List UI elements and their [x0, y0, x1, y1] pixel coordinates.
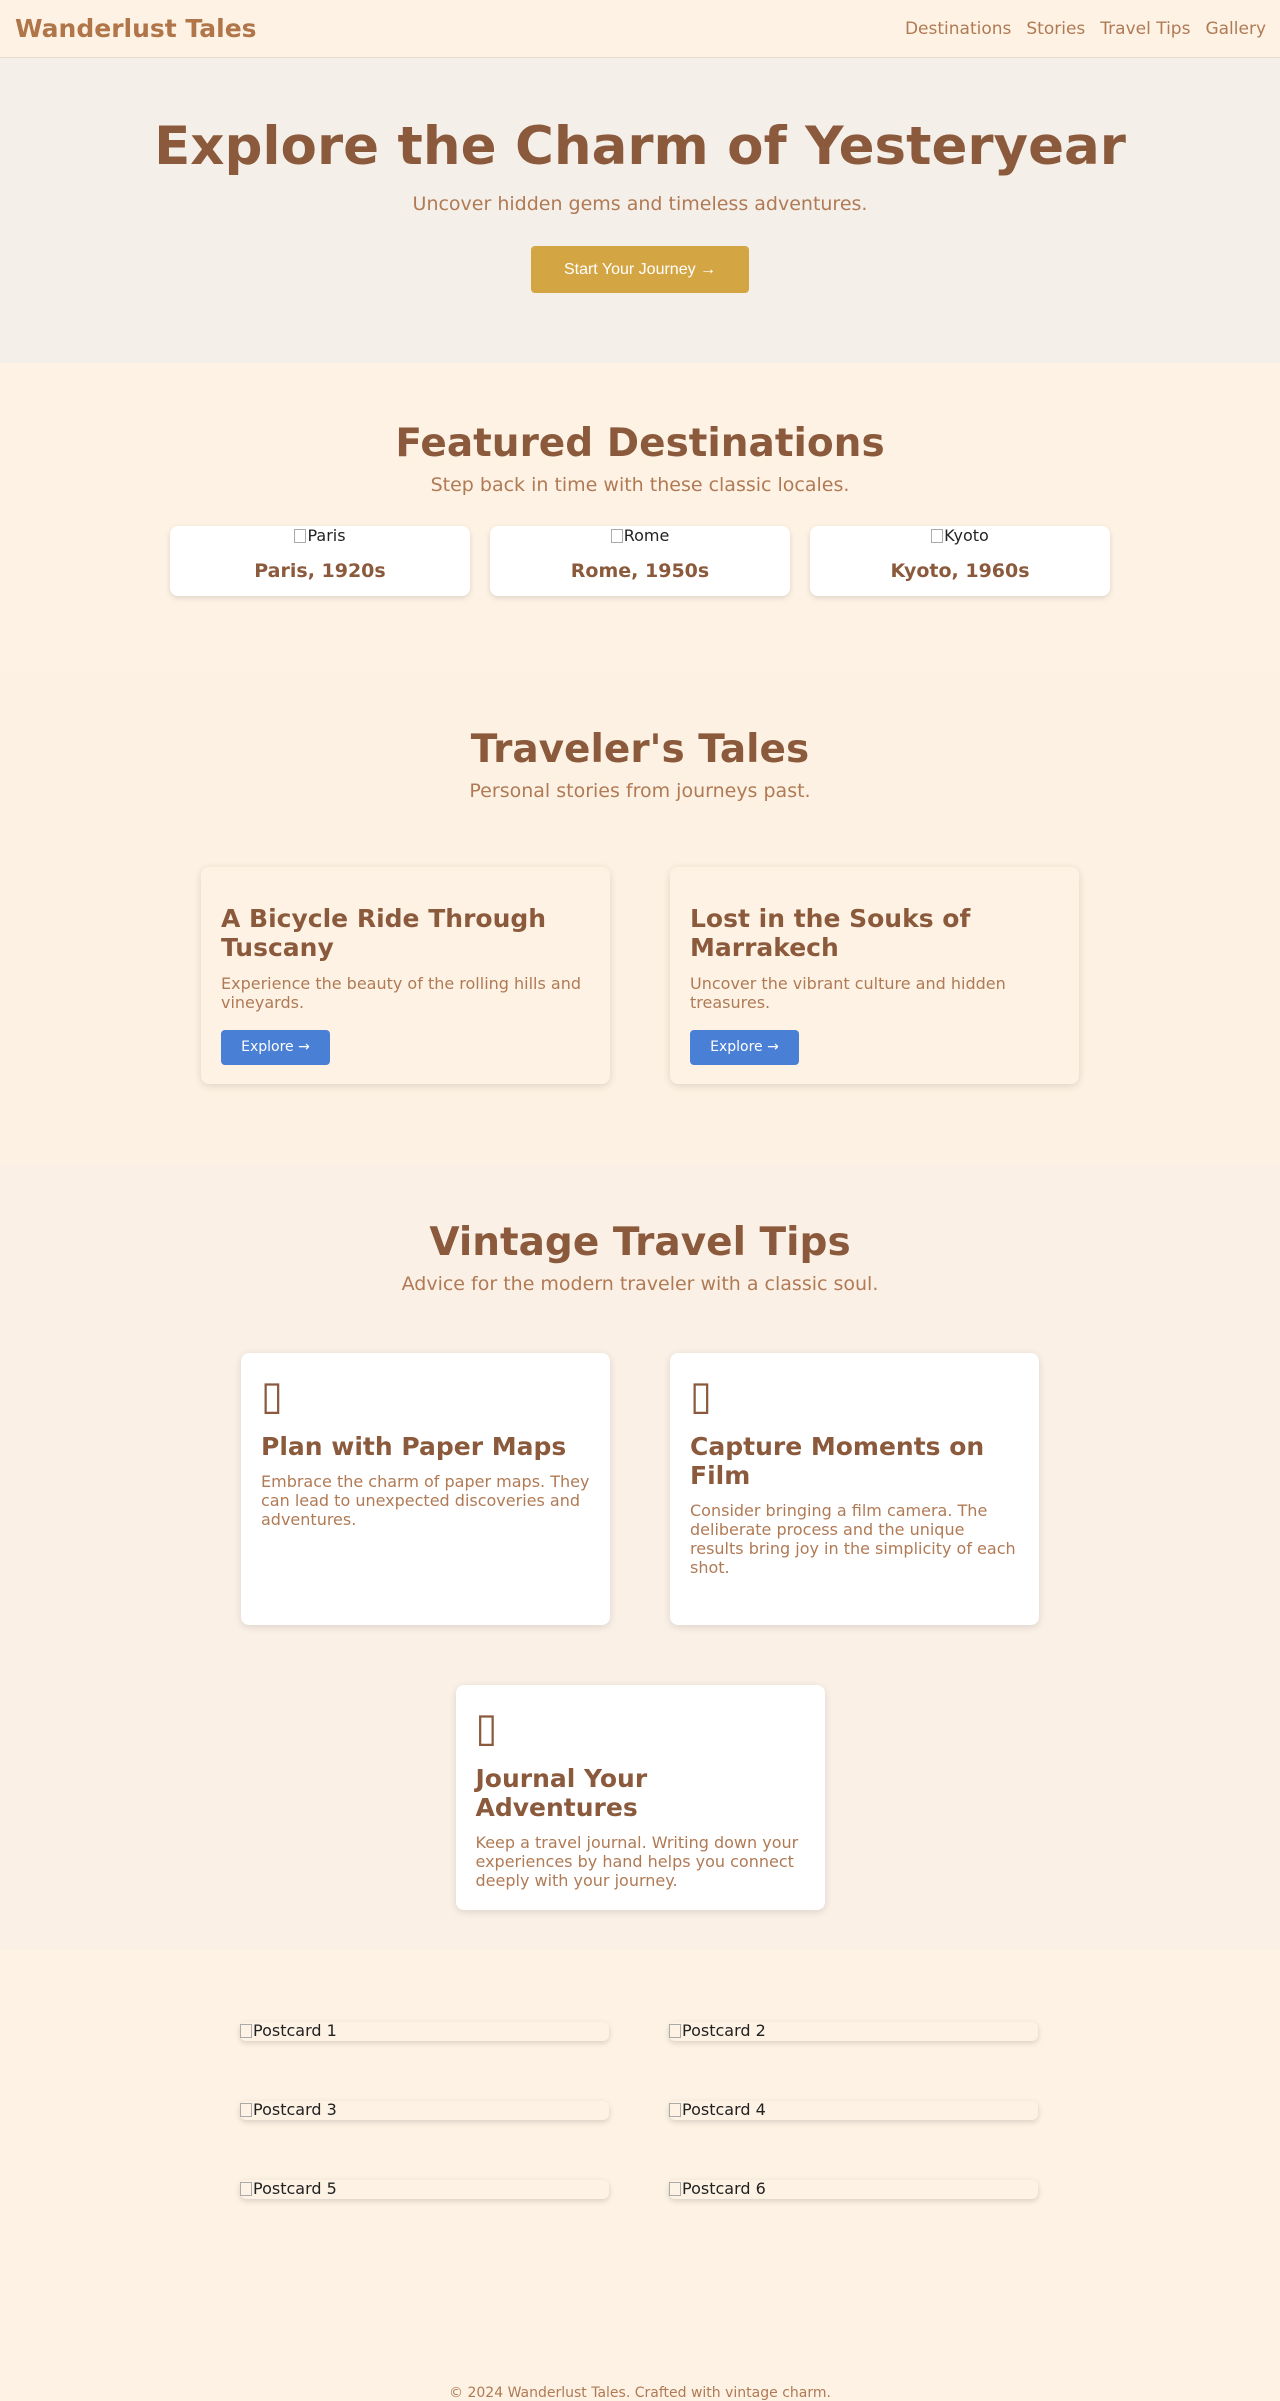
destination-name: Paris, 1920s: [254, 560, 386, 582]
destination-card[interactable]: Rome Rome, 1950s: [490, 526, 790, 596]
destination-name: Kyoto, 1960s: [890, 560, 1030, 582]
tip-card: ▯ Plan with Paper Maps Embrace the charm…: [241, 1353, 610, 1625]
postcard-alt: Postcard 5: [253, 2179, 337, 2198]
featured-title: Featured Destinations: [395, 421, 885, 466]
broken-image-icon: [931, 529, 944, 543]
postcard-image[interactable]: Postcard 3: [240, 2101, 609, 2120]
tip-card: ▯ Capture Moments on Film Consider bring…: [670, 1353, 1039, 1625]
tales-title: Traveler's Tales: [470, 727, 810, 772]
travel-tips-section: Vintage Travel Tips Advice for the moder…: [0, 1165, 1280, 1950]
destination-image-alt: Kyoto: [944, 526, 989, 545]
story-cards: A Bicycle Ride Through Tuscany Experienc…: [0, 867, 1280, 1084]
postcard-image[interactable]: Postcard 1: [240, 2022, 609, 2041]
postcard-alt: Postcard 6: [682, 2179, 766, 2198]
tip-text: Embrace the charm of paper maps. They ca…: [261, 1471, 590, 1530]
tips-title: Vintage Travel Tips: [429, 1220, 851, 1265]
hero-title: Explore the Charm of Yesteryear: [154, 116, 1126, 177]
story-card: Lost in the Souks of Marrakech Uncover t…: [670, 867, 1079, 1084]
tip-card: ▯ Journal Your Adventures Keep a travel …: [455, 1685, 825, 1910]
camera-icon: ▯: [690, 1373, 713, 1419]
destination-card[interactable]: Kyoto Kyoto, 1960s: [810, 526, 1110, 596]
footer-text: © 2024 Wanderlust Tales. Crafted with vi…: [449, 2385, 831, 2401]
destination-card[interactable]: Paris Paris, 1920s: [170, 526, 470, 596]
story-title: Lost in the Souks of Marrakech: [690, 904, 971, 962]
broken-image-icon: [240, 2103, 252, 2117]
featured-subtitle: Step back in time with these classic loc…: [430, 474, 850, 496]
tip-title: Plan with Paper Maps: [261, 1432, 567, 1461]
nav-link-destinations[interactable]: Destinations: [905, 19, 1011, 39]
navbar: Wanderlust Tales Destinations Stories Tr…: [0, 0, 1280, 58]
destination-cards: Paris Paris, 1920s Rome Rome, 1950s Kyot…: [0, 526, 1280, 596]
explore-button[interactable]: Explore →: [221, 1029, 330, 1065]
travelers-tales-section: Traveler's Tales Personal stories from j…: [0, 665, 1280, 1165]
nav-links: Destinations Stories Travel Tips Gallery: [890, 19, 1266, 39]
nav-link-stories[interactable]: Stories: [1026, 19, 1085, 39]
footer: © 2024 Wanderlust Tales. Crafted with vi…: [0, 2385, 1280, 2401]
postcard-image[interactable]: Postcard 6: [669, 2180, 1038, 2199]
destination-image: Kyoto: [810, 526, 1110, 546]
postcard-alt: Postcard 3: [253, 2100, 337, 2119]
broken-image-icon: [610, 529, 623, 543]
postcard-alt: Postcard 1: [253, 2021, 337, 2040]
postcard-alt: Postcard 2: [682, 2021, 766, 2040]
tales-subtitle: Personal stories from journeys past.: [469, 780, 811, 802]
broken-image-icon: [240, 2024, 252, 2038]
nav-link-gallery[interactable]: Gallery: [1205, 19, 1266, 39]
tip-cards: ▯ Plan with Paper Maps Embrace the charm…: [240, 1353, 1040, 1910]
featured-destinations-section: Featured Destinations Step back in time …: [0, 363, 1280, 665]
broken-image-icon: [240, 2182, 252, 2196]
broken-image-icon: [294, 529, 307, 543]
destination-image-alt: Paris: [307, 526, 346, 545]
tip-title: Journal Your Adventures: [475, 1764, 648, 1822]
postcard-image[interactable]: Postcard 4: [669, 2101, 1038, 2120]
hero-section: Explore the Charm of Yesteryear Uncover …: [0, 58, 1280, 363]
postcard-alt: Postcard 4: [682, 2100, 766, 2119]
brand-logo[interactable]: Wanderlust Tales: [15, 14, 257, 43]
journal-icon: ▯: [475, 1705, 498, 1751]
tip-text: Consider bringing a film camera. The del…: [690, 1500, 1016, 1578]
broken-image-icon: [669, 2024, 681, 2038]
broken-image-icon: [669, 2182, 681, 2196]
destination-image-alt: Rome: [623, 526, 670, 545]
start-journey-button[interactable]: Start Your Journey →: [531, 245, 749, 293]
gallery-section: Postcard 1 Postcard 2 Postcard 3 Postcar…: [0, 1950, 1280, 2385]
tips-subtitle: Advice for the modern traveler with a cl…: [401, 1273, 879, 1295]
tip-text: Keep a travel journal. Writing down your…: [475, 1832, 799, 1890]
story-text: Uncover the vibrant culture and hidden t…: [690, 973, 1006, 1012]
tip-title: Capture Moments on Film: [690, 1432, 985, 1490]
broken-image-icon: [669, 2103, 681, 2117]
story-card: A Bicycle Ride Through Tuscany Experienc…: [201, 867, 610, 1084]
map-icon: ▯: [261, 1373, 284, 1419]
hero-subtitle: Uncover hidden gems and timeless adventu…: [412, 192, 868, 215]
destination-name: Rome, 1950s: [570, 560, 710, 582]
postcard-image[interactable]: Postcard 5: [240, 2180, 609, 2199]
postcard-image[interactable]: Postcard 2: [669, 2022, 1038, 2041]
postcard-grid: Postcard 1 Postcard 2 Postcard 3 Postcar…: [240, 2022, 1040, 2199]
nav-link-travel-tips[interactable]: Travel Tips: [1100, 19, 1190, 39]
story-text: Experience the beauty of the rolling hil…: [221, 973, 582, 1012]
explore-button[interactable]: Explore →: [690, 1029, 799, 1065]
destination-image: Paris: [170, 526, 470, 546]
destination-image: Rome: [490, 526, 790, 546]
story-title: A Bicycle Ride Through Tuscany: [221, 904, 547, 962]
